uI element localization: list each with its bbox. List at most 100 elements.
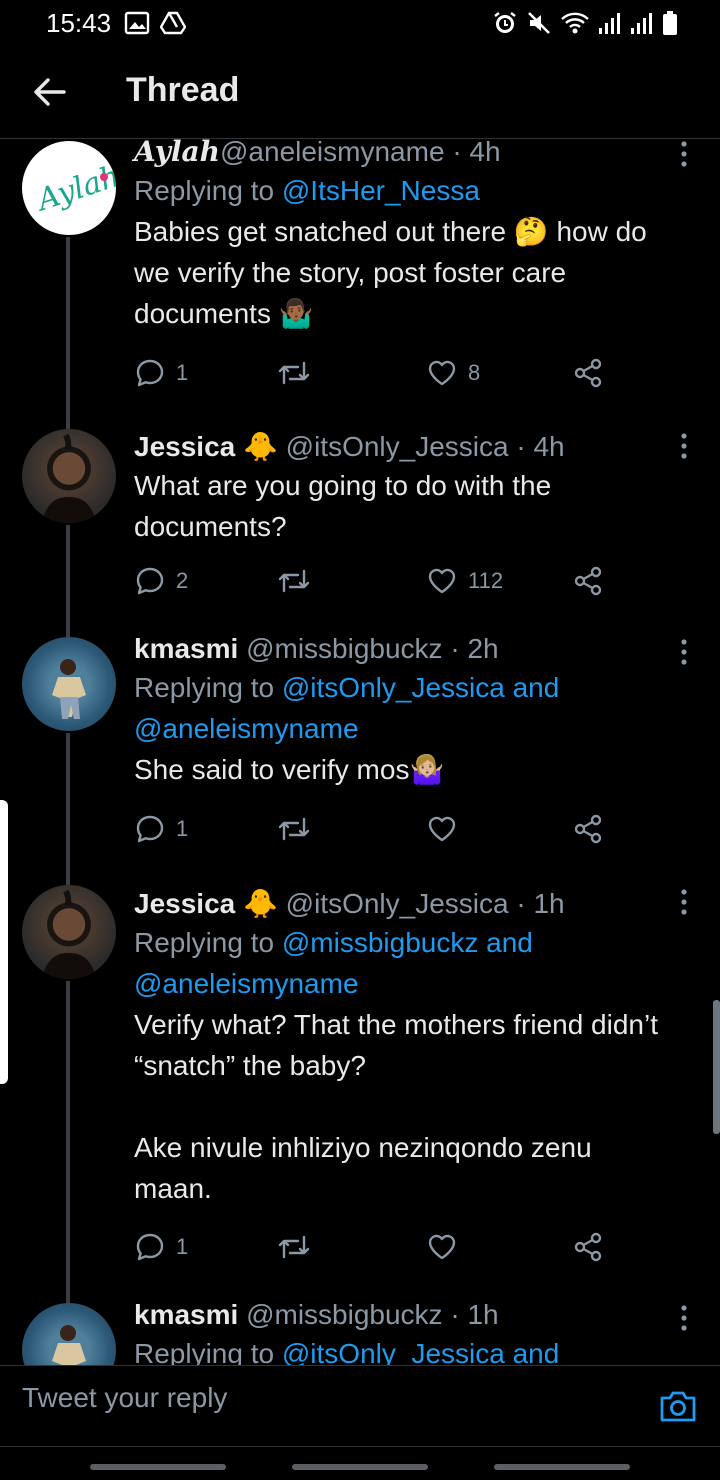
tweet-time: · 4h	[452, 139, 501, 167]
share-icon	[574, 566, 602, 596]
replying-to: Replying to @itsOnly_Jessica and	[134, 1333, 674, 1365]
share-button[interactable]	[572, 355, 604, 391]
app-bar: Thread	[0, 46, 720, 139]
share-icon	[574, 358, 602, 388]
alarm-icon	[494, 12, 516, 33]
avatar[interactable]	[22, 429, 116, 523]
display-name[interactable]: Aylah	[134, 139, 220, 168]
retweet-icon	[278, 569, 310, 593]
user-handle[interactable]: @itsOnly_Jessica	[286, 888, 509, 919]
display-name[interactable]: Jessica 🐥	[134, 431, 278, 462]
like-button[interactable]	[426, 1229, 468, 1265]
tweet-text: What are you going to do with the docume…	[134, 470, 552, 542]
nav-home-indicator[interactable]	[292, 1464, 428, 1470]
system-nav-bar	[0, 1446, 720, 1480]
tweet-content: Jessica 🐥 @itsOnly_Jessica · 4h What are…	[134, 429, 674, 547]
reply-count: 1	[176, 360, 189, 385]
tweet[interactable]: Aylah Aylah@aneleismyname · 4h Replying …	[0, 139, 720, 429]
retweet-icon	[278, 361, 310, 385]
reply-button[interactable]: 2	[134, 563, 188, 599]
tweet-header: kmasmi @missbigbuckz · 2h	[134, 631, 674, 667]
thread-line	[66, 237, 70, 429]
back-arrow-icon[interactable]	[28, 70, 72, 114]
heart-icon	[428, 568, 456, 594]
display-name[interactable]: kmasmi	[134, 1299, 238, 1330]
tweet[interactable]: kmasmi @missbigbuckz · 2h Replying to @i…	[0, 633, 720, 885]
reply-composer: Tweet your reply	[0, 1365, 720, 1447]
avatar[interactable]	[22, 1303, 116, 1365]
tweet-header: Aylah@aneleismyname · 4h	[134, 139, 674, 170]
nav-back-indicator[interactable]	[494, 1464, 630, 1470]
retweet-button[interactable]	[276, 563, 322, 599]
svg-text:Aylah: Aylah	[30, 159, 116, 219]
tweet-header: kmasmi @missbigbuckz · 1h	[134, 1297, 674, 1333]
heart-icon	[428, 816, 456, 842]
share-button[interactable]	[572, 1229, 604, 1265]
more-vertical-icon[interactable]	[674, 887, 694, 917]
display-name[interactable]: Jessica 🐥	[134, 888, 278, 919]
tweet-actions: 1 8	[134, 355, 614, 391]
tweet-text: Babies get snatched out there 🤔 how do w…	[134, 216, 647, 329]
share-icon	[574, 1232, 602, 1262]
retweet-icon	[278, 817, 310, 841]
more-vertical-icon[interactable]	[674, 637, 694, 667]
tweet-time: · 4h	[516, 431, 565, 462]
more-vertical-icon[interactable]	[674, 1303, 694, 1333]
signal-icon-2	[631, 13, 652, 34]
user-handle[interactable]: @itsOnly_Jessica	[286, 431, 509, 462]
avatar[interactable]	[22, 885, 116, 979]
replying-to: Replying to @itsOnly_Jessica and @anelei…	[134, 672, 560, 744]
retweet-button[interactable]	[276, 1229, 322, 1265]
reply-button[interactable]: 1	[134, 811, 188, 847]
reply-icon	[136, 815, 164, 843]
gallery-icon	[124, 11, 150, 35]
tweet-actions: 2 112	[134, 563, 614, 599]
display-name[interactable]: kmasmi	[134, 633, 238, 664]
aylah-logo-icon: Aylah	[30, 159, 116, 219]
retweet-button[interactable]	[276, 355, 322, 391]
thread-feed[interactable]: Aylah Aylah@aneleismyname · 4h Replying …	[0, 139, 720, 1365]
more-vertical-icon[interactable]	[674, 139, 694, 169]
tweet[interactable]: Jessica 🐥 @itsOnly_Jessica · 4h What are…	[0, 429, 720, 637]
tweet-time: · 1h	[516, 888, 565, 919]
retweet-button[interactable]	[276, 811, 322, 847]
user-handle[interactable]: @missbigbuckz	[246, 1299, 442, 1330]
thread-line	[66, 981, 70, 1303]
edge-panel-handle[interactable]	[0, 800, 8, 1084]
avatar[interactable]: Aylah	[22, 141, 116, 235]
nav-recents-indicator[interactable]	[90, 1464, 226, 1470]
tweet-header: Jessica 🐥 @itsOnly_Jessica · 1h	[134, 886, 674, 922]
heart-icon	[428, 1234, 456, 1260]
tweet[interactable]: kmasmi @missbigbuckz · 1h Replying to @i…	[0, 1299, 720, 1365]
share-button[interactable]	[572, 811, 604, 847]
like-button[interactable]: 112	[426, 563, 503, 599]
reply-icon	[136, 359, 164, 387]
avatar-photo-icon	[52, 1325, 86, 1365]
tweet-content: Aylah@aneleismyname · 4h Replying to @It…	[134, 139, 674, 334]
heart-icon	[428, 360, 456, 386]
share-button[interactable]	[572, 563, 604, 599]
tweet-text: She said to verify mos🤷🏼‍♀️	[134, 754, 445, 785]
like-button[interactable]	[426, 811, 468, 847]
reply-button[interactable]: 1	[134, 355, 188, 391]
avatar-photo-icon	[42, 889, 96, 979]
signal-icon-1	[599, 13, 620, 34]
tweet-content: kmasmi @missbigbuckz · 1h Replying to @i…	[134, 1297, 674, 1365]
tweet[interactable]: Jessica 🐥 @itsOnly_Jessica · 1h Replying…	[0, 885, 720, 1303]
retweet-icon	[278, 1235, 310, 1259]
replying-to: Replying to @missbigbuckz and @aneleismy…	[134, 927, 533, 999]
tweet-time: · 1h	[450, 1299, 499, 1330]
more-vertical-icon[interactable]	[674, 431, 694, 461]
like-button[interactable]: 8	[426, 355, 480, 391]
mention-link[interactable]: @itsOnly_Jessica and	[282, 1338, 559, 1365]
reply-button[interactable]: 1	[134, 1229, 188, 1265]
status-notifications	[124, 10, 186, 36]
camera-icon[interactable]	[658, 1386, 698, 1426]
user-handle[interactable]: @missbigbuckz	[246, 633, 442, 664]
reply-input[interactable]: Tweet your reply	[22, 1382, 227, 1414]
reply-icon	[136, 1233, 164, 1261]
user-handle[interactable]: @aneleismyname	[220, 139, 445, 167]
avatar[interactable]	[22, 637, 116, 731]
mention-link[interactable]: @ItsHer_Nessa	[282, 175, 480, 206]
scrollbar[interactable]	[713, 1000, 720, 1134]
